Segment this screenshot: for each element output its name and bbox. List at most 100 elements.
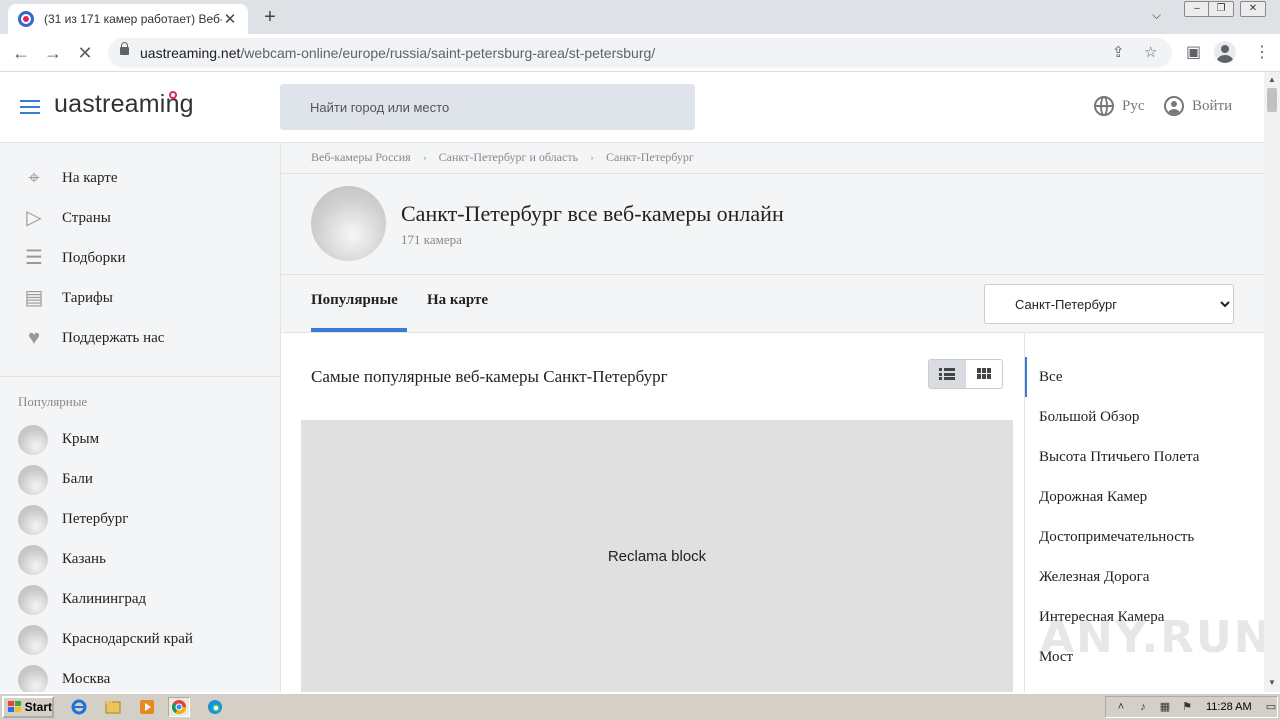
popular-item-kaliningrad[interactable]: Калининград	[0, 581, 280, 621]
menu-dots-icon[interactable]: ⋮	[1254, 42, 1270, 62]
active-category-indicator	[1025, 357, 1027, 397]
profile-icon[interactable]	[1214, 41, 1236, 63]
minimize-button[interactable]: –	[1184, 1, 1210, 17]
scroll-thumb[interactable]	[1267, 88, 1277, 112]
sidebar-item-map[interactable]: ⌖ На карте	[0, 158, 280, 198]
popular-item-bali[interactable]: Бали	[0, 461, 280, 501]
bookmark-star-icon[interactable]: ☆	[1144, 43, 1157, 61]
login-label: Войти	[1192, 97, 1233, 114]
category-item[interactable]: Достопримечательность	[1039, 529, 1194, 546]
sidebar-item-label: Тарифы	[62, 289, 113, 306]
login-button[interactable]: Войти	[1164, 96, 1232, 116]
forward-arrow-icon[interactable]: →	[40, 40, 66, 66]
category-item[interactable]: Все	[1039, 369, 1063, 386]
url-text[interactable]: uastreaming.net/webcam-online/europe/rus…	[140, 45, 655, 61]
popular-item-kazan[interactable]: Казань	[0, 541, 280, 581]
sidebar-item-collections[interactable]: ☰ Подборки	[0, 238, 280, 278]
folder-icon[interactable]	[102, 697, 124, 717]
breadcrumb-current[interactable]: Санкт-Петербург	[606, 150, 694, 165]
popular-item-label: Бали	[62, 471, 93, 487]
heart-icon: ♥	[28, 327, 40, 349]
restore-button[interactable]: ❐	[1208, 1, 1234, 17]
popular-item-label: Петербург	[62, 511, 129, 527]
list-view-button[interactable]	[929, 360, 966, 388]
edge-icon[interactable]	[204, 697, 226, 717]
breadcrumb-separator-icon: ›	[590, 150, 595, 164]
avatar	[18, 625, 48, 655]
page-scrollbar[interactable]: ▲ ▼	[1264, 72, 1280, 692]
share-icon[interactable]: ⇪	[1112, 43, 1125, 61]
avatar	[18, 505, 48, 535]
hamburger-menu-icon[interactable]	[20, 100, 40, 114]
side-panel-icon[interactable]: ▣	[1186, 42, 1201, 62]
volume-icon[interactable]: ♪	[1136, 700, 1150, 714]
breadcrumb-link[interactable]: Веб-камеры Россия	[311, 150, 411, 165]
language-switcher[interactable]: Рус	[1094, 96, 1145, 116]
clock[interactable]: 11:28 AM	[1206, 701, 1252, 713]
start-button[interactable]: Start	[2, 696, 54, 718]
site-favicon-icon	[18, 11, 34, 27]
tv-icon: ▷	[26, 207, 42, 229]
popular-item-moscow[interactable]: Москва	[0, 661, 280, 692]
avatar	[18, 425, 48, 455]
ad-block: Reclama block	[301, 420, 1013, 692]
user-icon	[1164, 96, 1184, 116]
tab-search-chevron-icon[interactable]: ⌵	[1152, 8, 1161, 23]
popular-item-petersburg[interactable]: Петербург	[0, 501, 280, 541]
popular-item-label: Москва	[62, 671, 111, 687]
popular-item-krasnodar[interactable]: Краснодарский край	[0, 621, 280, 661]
new-tab-button[interactable]: +	[258, 6, 282, 29]
chevron-up-icon[interactable]: ˄	[1114, 700, 1128, 714]
globe-icon	[1094, 96, 1114, 116]
media-player-icon[interactable]	[136, 697, 158, 717]
windows-logo-icon	[8, 701, 22, 713]
category-item[interactable]: Железная Дорога	[1039, 569, 1149, 586]
popular-item-crimea[interactable]: Крым	[0, 421, 280, 461]
sidebar-item-support[interactable]: ♥ Поддержать нас	[0, 318, 280, 358]
flag-icon[interactable]: ⚑	[1180, 700, 1194, 714]
sidebar: ⌖ На карте ▷ Страны ☰ Подборки ▤ Тарифы …	[0, 143, 281, 692]
camera-count: 171 камера	[401, 232, 462, 247]
lock-icon[interactable]	[120, 42, 129, 58]
search-input[interactable]	[280, 84, 695, 130]
chrome-icon[interactable]	[168, 697, 190, 717]
sidebar-item-label: Страны	[62, 209, 111, 226]
city-select[interactable]: Санкт-Петербург	[984, 284, 1234, 324]
tab-map[interactable]: На карте	[427, 292, 488, 309]
show-desktop-icon[interactable]: ▭	[1264, 700, 1278, 714]
grid-view-button[interactable]	[966, 360, 1003, 388]
tab-popular[interactable]: Популярные	[311, 292, 398, 309]
browser-tab[interactable]: (31 из 171 камер работает) Веб-камеры ✕	[8, 4, 248, 34]
close-window-button[interactable]: ✕	[1240, 1, 1266, 17]
briefcase-icon: ▤	[24, 287, 44, 309]
map-pin-icon: ⌖	[28, 167, 40, 189]
scroll-up-icon[interactable]: ▲	[1268, 75, 1276, 84]
back-arrow-icon[interactable]: ←	[8, 40, 34, 66]
category-item[interactable]: Дорожная Камер	[1039, 489, 1147, 506]
start-label: Start	[24, 700, 52, 714]
sidebar-item-label: Подборки	[62, 249, 126, 266]
browser-toolbar: ← → ✕ uastreaming.net/webcam-online/euro…	[0, 34, 1280, 72]
ie-icon[interactable]	[68, 697, 90, 717]
sidebar-item-tariffs[interactable]: ▤ Тарифы	[0, 278, 280, 318]
breadcrumb-separator-icon: ›	[422, 150, 427, 164]
active-tab-indicator	[311, 328, 407, 332]
city-header-area: Веб-камеры Россия › Санкт-Петербург и об…	[281, 143, 1264, 333]
city-avatar	[311, 186, 386, 261]
stop-loading-icon[interactable]: ✕	[72, 40, 98, 66]
view-toggle	[928, 359, 1003, 389]
category-item[interactable]: Большой Обзор	[1039, 409, 1139, 426]
address-bar[interactable]: uastreaming.net/webcam-online/europe/rus…	[108, 38, 1172, 68]
tab-title: (31 из 171 камер работает) Веб-камеры	[44, 12, 222, 26]
sidebar-item-countries[interactable]: ▷ Страны	[0, 198, 280, 238]
scroll-down-icon[interactable]: ▼	[1268, 678, 1276, 687]
network-icon[interactable]: ▦	[1158, 700, 1172, 714]
sidebar-item-label: На карте	[62, 169, 118, 186]
list-view-icon	[939, 368, 956, 380]
breadcrumb-link[interactable]: Санкт-Петербург и область	[439, 150, 578, 165]
breadcrumb: Веб-камеры Россия › Санкт-Петербург и об…	[311, 150, 694, 165]
url-host: uastreaming.net	[140, 45, 241, 61]
popular-item-label: Краснодарский край	[62, 631, 193, 647]
category-item[interactable]: Высота Птичьего Полета	[1039, 449, 1199, 466]
tab-close-icon[interactable]: ✕	[222, 10, 238, 28]
